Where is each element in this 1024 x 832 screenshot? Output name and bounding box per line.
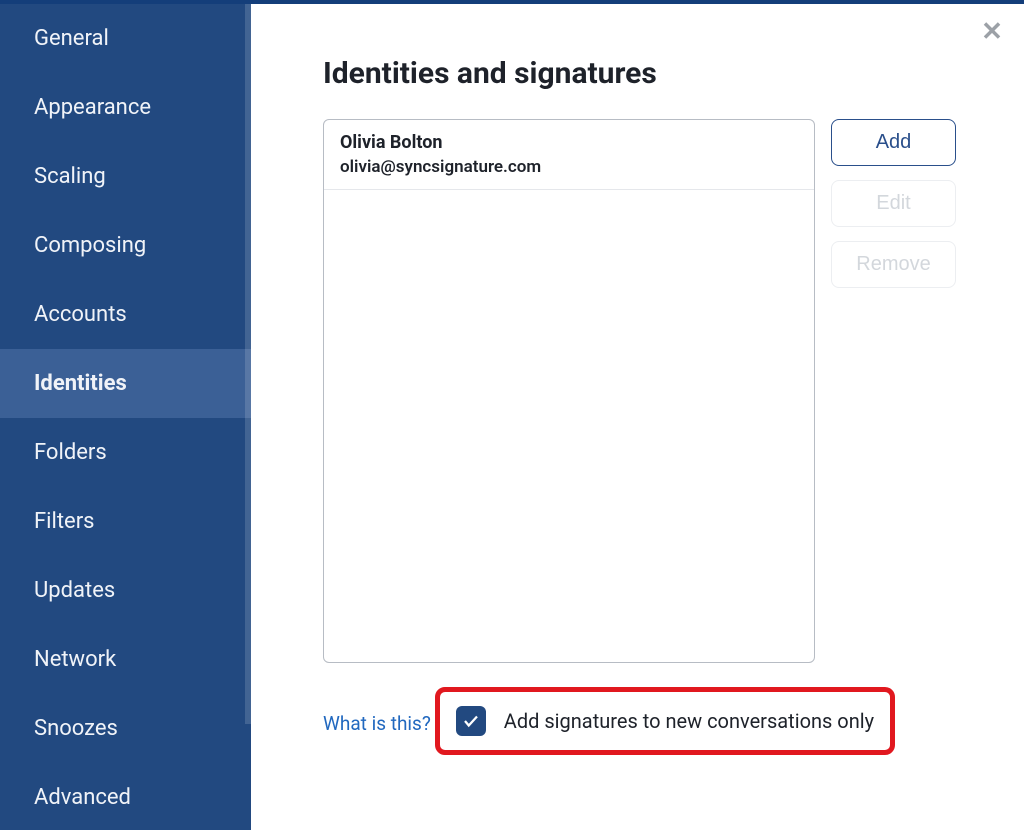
close-icon: ✕: [981, 17, 1003, 47]
sidebar-item-composing[interactable]: Composing: [0, 211, 251, 280]
add-button[interactable]: Add: [831, 119, 956, 166]
settings-sidebar: General Appearance Scaling Composing Acc…: [0, 0, 251, 830]
new-conversations-checkbox[interactable]: [456, 706, 486, 736]
sidebar-item-folders[interactable]: Folders: [0, 418, 251, 487]
sidebar-item-snoozes[interactable]: Snoozes: [0, 694, 251, 763]
check-icon: [462, 712, 480, 730]
identity-email: olivia@syncsignature.com: [340, 157, 798, 177]
close-button[interactable]: ✕: [978, 18, 1006, 46]
what-is-this-link[interactable]: What is this?: [323, 712, 431, 735]
identity-list[interactable]: Olivia Bolton olivia@syncsignature.com: [323, 119, 815, 663]
sidebar-item-scaling[interactable]: Scaling: [0, 142, 251, 211]
main-panel: ✕ Identities and signatures Olivia Bolto…: [251, 0, 1024, 830]
sidebar-item-filters[interactable]: Filters: [0, 487, 251, 556]
identities-row: Olivia Bolton olivia@syncsignature.com A…: [323, 119, 980, 663]
sidebar-item-advanced[interactable]: Advanced: [0, 763, 251, 832]
identity-name: Olivia Bolton: [340, 132, 798, 153]
remove-button: Remove: [831, 241, 956, 288]
identity-actions: Add Edit Remove: [831, 119, 956, 288]
sidebar-item-general[interactable]: General: [0, 4, 251, 73]
new-conversations-label: Add signatures to new conversations only: [504, 709, 874, 733]
identity-item[interactable]: Olivia Bolton olivia@syncsignature.com: [324, 120, 814, 190]
sidebar-item-appearance[interactable]: Appearance: [0, 73, 251, 142]
edit-button: Edit: [831, 180, 956, 227]
signature-option-highlight: Add signatures to new conversations only: [435, 687, 895, 755]
page-title: Identities and signatures: [323, 56, 980, 91]
sidebar-item-identities[interactable]: Identities: [0, 349, 251, 418]
sidebar-item-network[interactable]: Network: [0, 625, 251, 694]
sidebar-item-accounts[interactable]: Accounts: [0, 280, 251, 349]
sidebar-item-updates[interactable]: Updates: [0, 556, 251, 625]
